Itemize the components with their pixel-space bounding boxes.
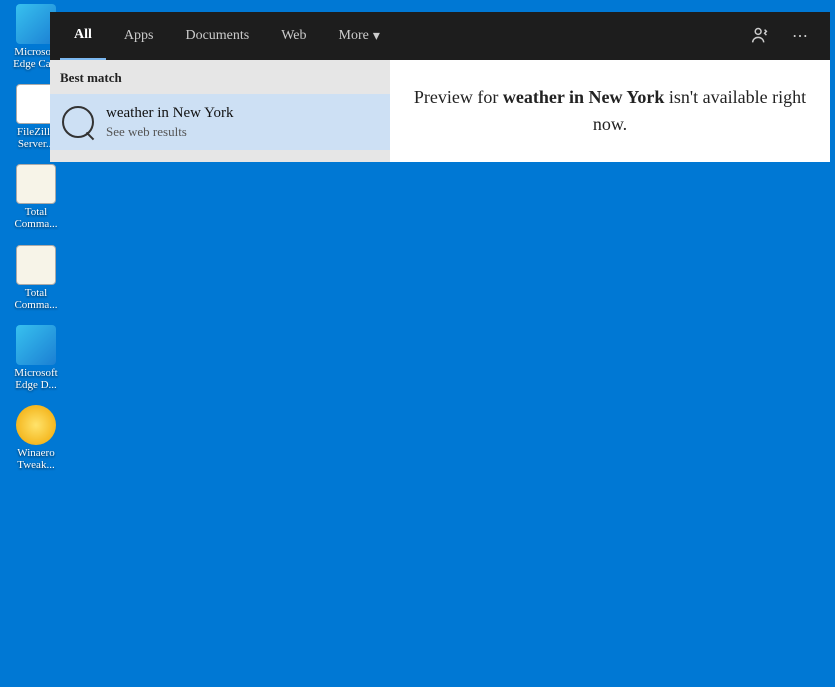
desktop-icon-label: Total Comma... xyxy=(6,206,66,230)
app-icon xyxy=(16,164,56,204)
tab-more[interactable]: More ▾ xyxy=(325,12,394,60)
preview-message: Preview for weather in New York isn't av… xyxy=(410,84,810,138)
desktop-icon[interactable]: Total Comma... xyxy=(6,164,66,230)
desktop-icon-label: Winaero Tweak... xyxy=(6,447,66,471)
app-icon xyxy=(16,405,56,445)
result-item[interactable]: weather in New York See web results xyxy=(50,94,390,150)
search-body: Best match weather in New York See web r… xyxy=(50,60,830,162)
result-title: weather in New York xyxy=(106,104,233,124)
app-icon xyxy=(16,325,56,365)
more-options-icon[interactable]: ⋯ xyxy=(780,12,820,60)
preview-prefix: Preview for xyxy=(414,87,503,107)
tab-documents[interactable]: Documents xyxy=(171,12,263,60)
desktop-icon-label: Total Comma... xyxy=(6,287,66,311)
desktop-icon[interactable]: Winaero Tweak... xyxy=(6,405,66,471)
search-tabs: All Apps Documents Web More ▾ xyxy=(60,12,740,60)
tab-web[interactable]: Web xyxy=(267,12,320,60)
search-icon xyxy=(62,106,94,138)
tab-apps[interactable]: Apps xyxy=(110,12,168,60)
desktop-icon[interactable]: Total Comma... xyxy=(6,245,66,311)
account-icon[interactable] xyxy=(740,12,780,60)
tab-more-label: More xyxy=(339,28,369,44)
desktop-icon-label: Microsoft Edge D... xyxy=(6,367,66,391)
chevron-down-icon: ▾ xyxy=(373,28,380,45)
preview-query: weather in New York xyxy=(503,87,664,107)
app-icon xyxy=(16,245,56,285)
result-subtitle: See web results xyxy=(106,124,233,141)
tab-all[interactable]: All xyxy=(60,12,106,60)
result-text: weather in New York See web results xyxy=(106,104,233,140)
preview-pane: Preview for weather in New York isn't av… xyxy=(390,60,830,162)
section-best-match: Best match xyxy=(50,60,390,94)
results-list: Best match weather in New York See web r… xyxy=(50,60,390,162)
desktop-icon[interactable]: Microsoft Edge D... xyxy=(6,325,66,391)
search-header: All Apps Documents Web More ▾ ⋯ xyxy=(50,12,830,60)
